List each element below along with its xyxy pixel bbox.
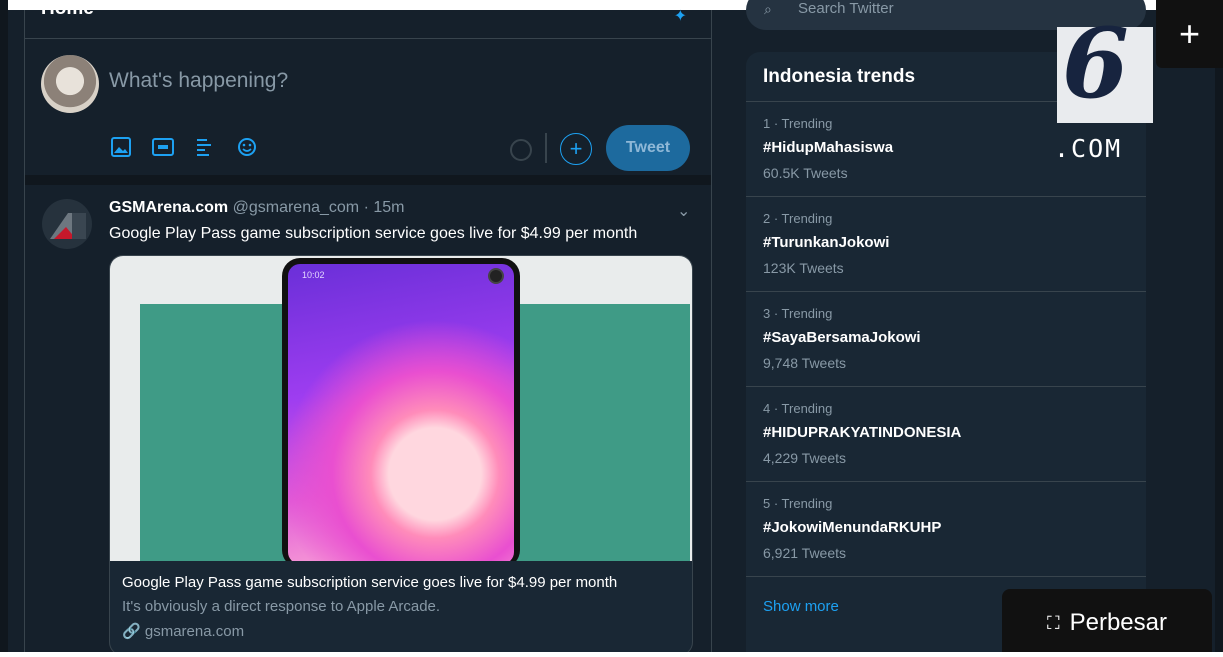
card-image: 10:02 <box>110 256 692 561</box>
compose-input[interactable]: What's happening? <box>109 69 288 93</box>
sparkle-icon[interactable]: ✦ <box>674 6 687 26</box>
composer-toolbar <box>109 135 259 159</box>
trend-count: 9,748 Tweets <box>763 355 847 371</box>
trend-count: 123K Tweets <box>763 260 844 276</box>
page-title: Home <box>41 0 94 19</box>
chevron-down-icon[interactable]: ⌄ <box>677 201 690 221</box>
avatar[interactable] <box>41 55 99 113</box>
frame-bottom <box>0 652 1223 657</box>
camera-icon <box>488 268 504 284</box>
link-icon: 🔗 <box>122 623 141 640</box>
tweet-button[interactable]: Tweet <box>606 125 690 171</box>
tweet-text: Google Play Pass game subscription servi… <box>109 225 638 242</box>
trend-meta: 1 · Trending <box>763 116 833 131</box>
main-timeline: Home ✦ What's happening? + Tweet GSMAren… <box>24 0 712 656</box>
trend-meta: 2 · Trending <box>763 211 833 226</box>
background-cloth <box>140 304 300 561</box>
home-header: Home ✦ <box>25 0 711 39</box>
search-icon: ⌕ <box>764 1 772 17</box>
divider <box>545 133 547 163</box>
card-domain: 🔗 gsmarena.com <box>122 622 244 640</box>
trend-item[interactable]: 2 · Trending #TurunkanJokowi 123K Tweets <box>746 196 1146 291</box>
trends-title: Indonesia trends <box>763 66 916 87</box>
card-title: Google Play Pass game subscription servi… <box>122 574 618 591</box>
card-description: It's obviously a direct response to Appl… <box>122 598 441 615</box>
watermark-logo: 6 <box>1062 7 1129 120</box>
plus-button[interactable]: + <box>1156 0 1223 68</box>
author-name[interactable]: GSMArena.com <box>109 199 228 216</box>
background-cloth <box>510 304 690 561</box>
trend-meta: 5 · Trending <box>763 496 833 511</box>
trend-tag: #TurunkanJokowi <box>763 234 890 251</box>
author-handle[interactable]: @gsmarena_com <box>233 199 360 216</box>
tweet-header: GSMArena.com @gsmarena_com · 15m <box>109 199 404 217</box>
poll-icon[interactable] <box>193 135 217 159</box>
watermark-logo-text: .COM <box>1054 134 1123 163</box>
search-placeholder: Search Twitter <box>798 0 894 17</box>
phone-status-time: 10:02 <box>302 270 325 280</box>
trend-tag: #HidupMahasiswa <box>763 139 894 156</box>
link-card[interactable]: 10:02 Google Play Pass game subscription… <box>109 255 693 656</box>
show-more-link[interactable]: Show more <box>763 598 839 615</box>
trend-meta: 3 · Trending <box>763 306 833 321</box>
trend-count: 6,921 Tweets <box>763 545 847 561</box>
trend-item[interactable]: 4 · Trending #HIDUPRAKYATINDONESIA 4,229… <box>746 386 1146 481</box>
add-tweet-button[interactable]: + <box>560 133 592 165</box>
frame-right <box>1215 0 1223 657</box>
phone-screen <box>288 264 514 561</box>
expand-icon: ⛶ <box>1047 612 1060 633</box>
tweet-composer: What's happening? + Tweet <box>25 39 711 175</box>
tweet-time[interactable]: · 15m <box>364 199 405 216</box>
trend-item[interactable]: 5 · Trending #JokowiMenundaRKUHP 6,921 T… <box>746 481 1146 576</box>
enlarge-button[interactable]: ⛶ Perbesar <box>1002 589 1212 657</box>
trend-count: 60.5K Tweets <box>763 165 848 181</box>
image-icon[interactable] <box>109 135 133 159</box>
trend-tag: #SayaBersamaJokowi <box>763 329 921 346</box>
trend-count: 4,229 Tweets <box>763 450 847 466</box>
character-counter <box>510 139 532 161</box>
trend-tag: #HIDUPRAKYATINDONESIA <box>763 424 962 441</box>
trend-item[interactable]: 3 · Trending #SayaBersamaJokowi 9,748 Tw… <box>746 291 1146 386</box>
trend-meta: 4 · Trending <box>763 401 833 416</box>
section-divider <box>25 175 711 185</box>
tweet-item[interactable]: GSMArena.com @gsmarena_com · 15m ⌄ Googl… <box>25 185 711 656</box>
frame-left <box>0 0 8 657</box>
gif-icon[interactable] <box>151 135 175 159</box>
emoji-icon[interactable] <box>235 135 259 159</box>
enlarge-label: Perbesar <box>1069 609 1167 636</box>
card-domain-text: gsmarena.com <box>144 623 245 640</box>
trend-tag: #JokowiMenundaRKUHP <box>763 519 942 536</box>
avatar[interactable] <box>42 199 92 249</box>
